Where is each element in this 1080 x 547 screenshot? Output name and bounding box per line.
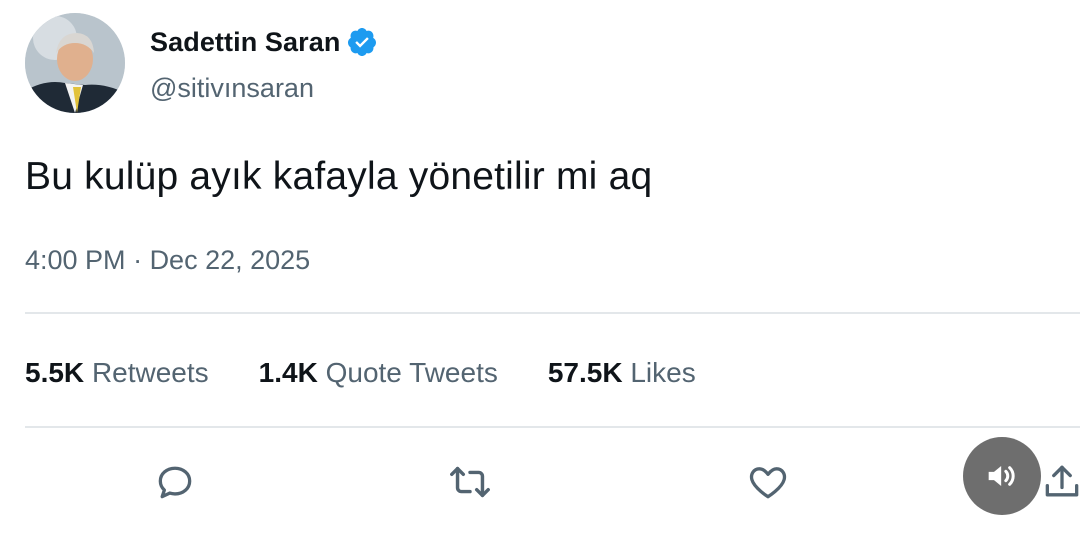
sound-toggle-button[interactable] — [963, 437, 1041, 515]
engagement-stats: 5.5K Retweets 1.4K Quote Tweets 57.5K Li… — [25, 357, 746, 389]
speaker-icon — [988, 466, 1015, 486]
quote-tweets-count: 1.4K — [258, 357, 318, 388]
author-name-row: Sadettin Saran — [150, 26, 378, 58]
timestamp-separator: · — [125, 245, 150, 275]
heart-icon — [749, 467, 787, 499]
tweet-timestamp[interactable]: 4:00 PM · Dec 22, 2025 — [25, 245, 310, 276]
retweet-icon — [450, 466, 490, 498]
tweet-date: Dec 22, 2025 — [149, 245, 311, 275]
tweet-time: 4:00 PM — [25, 245, 126, 275]
retweet-button[interactable] — [445, 457, 495, 507]
quote-tweets-stat[interactable]: 1.4K Quote Tweets — [259, 357, 498, 389]
action-bar — [0, 457, 1080, 507]
tweet-text: Bu kulüp ayık kafayla yönetilir mi aq — [25, 155, 653, 198]
tweet-card: Sadettin Saran @sitivınsaran Bu kulüp ay… — [0, 0, 1080, 547]
likes-stat[interactable]: 57.5K Likes — [548, 357, 696, 389]
display-name[interactable]: Sadettin Saran — [150, 27, 340, 58]
likes-label: Likes — [630, 357, 696, 388]
reply-button[interactable] — [150, 457, 200, 507]
share-button[interactable] — [1037, 457, 1080, 507]
verified-badge-icon — [346, 26, 378, 58]
avatar[interactable] — [25, 13, 125, 113]
share-icon — [1045, 465, 1079, 497]
author-handle[interactable]: @sitivınsaran — [150, 73, 314, 104]
like-button[interactable] — [743, 457, 793, 507]
avatar-image — [25, 13, 125, 113]
retweets-stat[interactable]: 5.5K Retweets — [25, 357, 209, 389]
quote-tweets-label: Quote Tweets — [325, 357, 498, 388]
likes-count: 57.5K — [547, 357, 623, 388]
retweets-label: Retweets — [91, 357, 209, 388]
divider — [25, 426, 1080, 428]
divider — [25, 312, 1080, 314]
retweets-count: 5.5K — [25, 357, 85, 388]
reply-icon — [158, 466, 192, 499]
